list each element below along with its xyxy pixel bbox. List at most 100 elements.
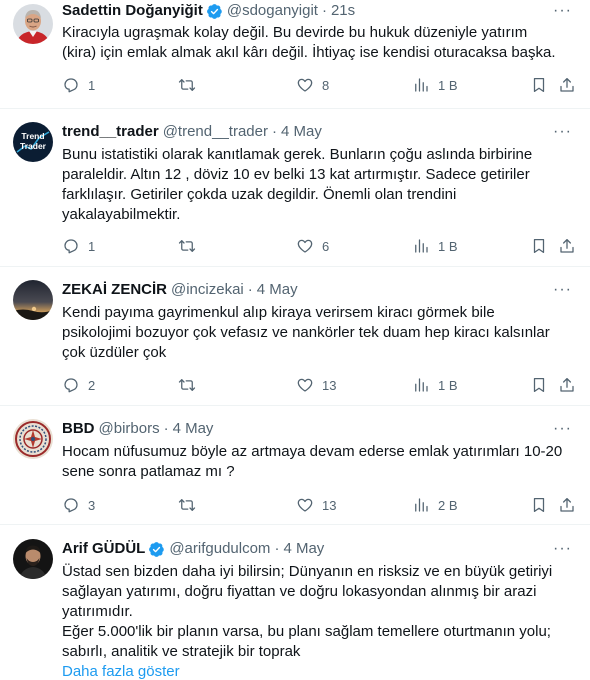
bookmark-icon: [533, 238, 545, 254]
separator-dot: ·: [163, 420, 169, 437]
author-handle[interactable]: @sdoganyigit: [227, 1, 318, 21]
reply-count: 3: [88, 497, 96, 513]
reply-icon: [64, 378, 78, 393]
tweet[interactable]: BBD @birbors · 4 May ··· Hocam nüfusumuz…: [0, 406, 590, 525]
share-icon: [560, 497, 574, 512]
author-handle[interactable]: @incizekai: [171, 280, 244, 300]
reply-button[interactable]: 2: [62, 376, 95, 394]
avatar[interactable]: [13, 4, 53, 44]
show-more-link[interactable]: Daha fazla göster: [62, 662, 574, 680]
views-button[interactable]: 1 B: [412, 237, 458, 255]
share-button[interactable]: [558, 496, 576, 514]
share-button[interactable]: [558, 76, 576, 94]
more-icon[interactable]: ···: [553, 539, 572, 559]
avatar-logo-text-2: Trader: [20, 141, 47, 151]
author-name[interactable]: BBD: [62, 419, 95, 439]
bookmark-button[interactable]: [530, 496, 548, 514]
like-count: 8: [322, 77, 330, 93]
tweet[interactable]: ZEKAİ ZENCİR @incizekai · 4 May ··· Kend…: [0, 267, 590, 406]
share-button[interactable]: [558, 237, 576, 255]
more-icon[interactable]: ···: [553, 122, 572, 142]
views-button[interactable]: 2 B: [412, 496, 458, 514]
tweet-text: Hocam nüfusumuz böyle az artmaya devam e…: [62, 443, 563, 480]
retweet-icon: [178, 240, 196, 252]
author-name[interactable]: ZEKAİ ZENCİR: [62, 280, 167, 300]
avatar-logo-text-1: Trend: [21, 131, 44, 141]
share-icon: [560, 238, 574, 253]
views-icon: [415, 498, 428, 512]
timestamp[interactable]: 4 May: [281, 122, 322, 142]
author-handle[interactable]: @arifgudulcom: [169, 539, 270, 559]
views-count: 2 B: [438, 497, 458, 513]
reply-icon: [64, 498, 78, 513]
tweet-text: Üstad sen bizden daha iyi bilirsin; Düny…: [62, 563, 553, 660]
retweet-button[interactable]: [178, 376, 204, 394]
reply-button[interactable]: 1: [62, 76, 95, 94]
more-icon[interactable]: ···: [553, 280, 572, 300]
separator-dot: ·: [272, 123, 277, 140]
share-button[interactable]: [558, 376, 576, 394]
author-handle[interactable]: @trend__trader: [163, 122, 268, 142]
views-button[interactable]: 1 B: [412, 76, 458, 94]
bookmark-button[interactable]: [530, 76, 548, 94]
tweet[interactable]: Arif GÜDÜL @arifgudulcom · 4 May ··· Üst…: [0, 525, 590, 680]
more-icon[interactable]: ···: [553, 1, 572, 21]
timestamp[interactable]: 4 May: [257, 280, 298, 300]
bookmark-icon: [533, 377, 545, 393]
views-icon: [415, 78, 428, 92]
author-handle[interactable]: @birbors: [99, 419, 160, 439]
share-icon: [560, 77, 574, 92]
reply-icon: [64, 239, 78, 254]
verified-badge-icon: [206, 3, 222, 19]
reply-count: 2: [88, 377, 96, 393]
tweet-actions: 3 13 2 B: [62, 496, 574, 516]
author-name[interactable]: trend__trader: [62, 122, 159, 142]
retweet-button[interactable]: [178, 237, 204, 255]
like-count: 6: [322, 238, 330, 254]
reply-count: 1: [88, 238, 96, 254]
like-button[interactable]: 13: [296, 376, 336, 394]
like-button[interactable]: 6: [296, 237, 329, 255]
separator-dot: ·: [321, 2, 327, 19]
tweet-actions: 1 8 1 B: [62, 76, 574, 96]
avatar[interactable]: [13, 280, 53, 320]
timestamp[interactable]: 4 May: [173, 419, 214, 439]
bookmark-button[interactable]: [530, 376, 548, 394]
tweet-text: Kendi payıma gayrimenkul alıp kiraya ver…: [62, 304, 550, 361]
avatar[interactable]: [13, 539, 53, 579]
author-name[interactable]: Arif GÜDÜL: [62, 539, 145, 559]
retweet-button[interactable]: [178, 76, 204, 94]
like-icon: [297, 378, 313, 392]
tweet[interactable]: Sadettin Doğanyiğit @sdoganyigit · 21s ·…: [0, 0, 590, 109]
views-button[interactable]: 1 B: [412, 376, 458, 394]
separator-dot: ·: [274, 540, 280, 557]
like-button[interactable]: 8: [296, 76, 329, 94]
tweet-actions: 2 13 1 B: [62, 376, 574, 396]
like-icon: [297, 498, 313, 512]
avatar[interactable]: [13, 419, 53, 459]
share-icon: [560, 377, 574, 392]
tweet-text: Kiracıyla ugraşmak kolay değil. Bu devir…: [62, 24, 556, 61]
reply-icon: [64, 78, 78, 93]
bookmark-icon: [533, 497, 545, 513]
avatar[interactable]: Trend Trader: [13, 122, 53, 162]
verified-badge-icon: [149, 541, 165, 557]
views-count: 1 B: [438, 238, 458, 254]
reply-button[interactable]: 1: [62, 237, 95, 255]
bookmark-button[interactable]: [530, 237, 548, 255]
tweet[interactable]: Trend Trader trend__trader @trend__trade…: [0, 109, 590, 267]
reply-button[interactable]: 3: [62, 496, 95, 514]
timestamp[interactable]: 21s: [331, 1, 355, 21]
timestamp[interactable]: 4 May: [283, 539, 324, 559]
like-button[interactable]: 13: [296, 496, 336, 514]
views-icon: [415, 239, 428, 253]
more-icon[interactable]: ···: [553, 419, 572, 439]
like-count: 13: [322, 497, 337, 513]
views-count: 1 B: [438, 77, 458, 93]
reply-count: 1: [88, 77, 96, 93]
like-count: 13: [322, 377, 337, 393]
retweet-button[interactable]: [178, 496, 204, 514]
retweet-icon: [178, 79, 196, 91]
author-name[interactable]: Sadettin Doğanyiğit: [62, 1, 203, 21]
tweet-actions: 1 6 1 B: [62, 237, 574, 257]
